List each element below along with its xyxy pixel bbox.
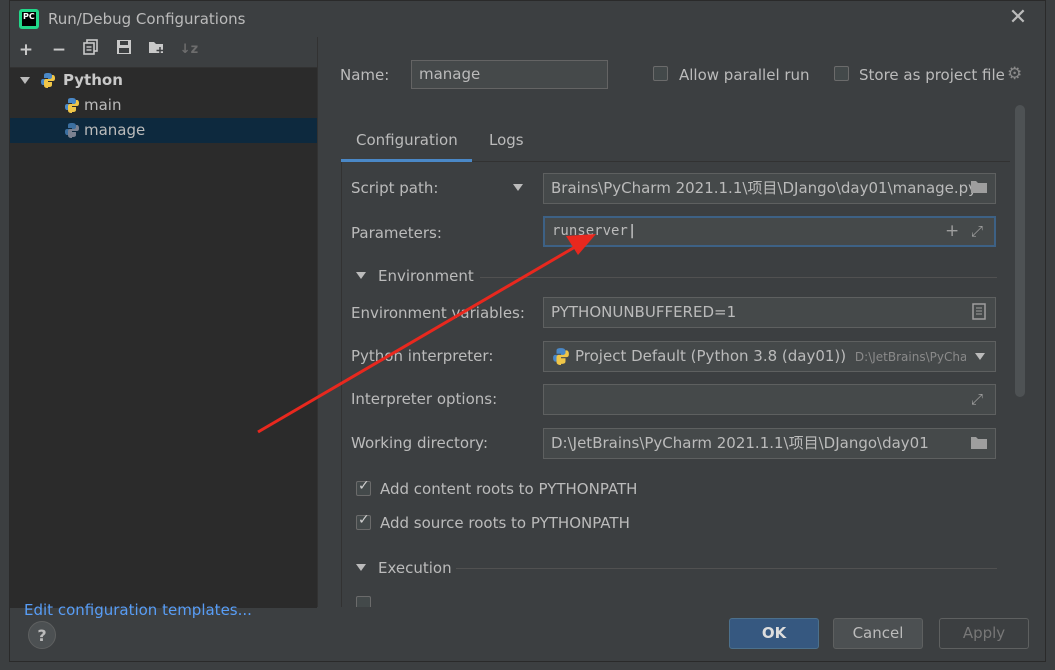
run-debug-dialog: PC Run/Debug Configurations ✕ + − ↓z Pyt…	[9, 0, 1046, 662]
interp-options-field[interactable]	[543, 384, 996, 415]
script-path-field[interactable]: Brains\PyCharm 2021.1.1\项目\DJango\day01\…	[543, 173, 996, 204]
insert-macro-icon[interactable]: +	[945, 221, 959, 241]
interpreter-select[interactable]: Project Default (Python 3.8 (day01)) D:\…	[543, 341, 996, 372]
sort-icon[interactable]: ↓z	[178, 39, 200, 61]
background-left	[0, 0, 9, 670]
save-icon[interactable]	[113, 39, 135, 61]
source-roots-checkbox[interactable]	[356, 512, 371, 530]
apply-button[interactable]: Apply	[939, 618, 1029, 649]
copy-icon[interactable]	[80, 39, 102, 61]
working-dir-field[interactable]: D:\JetBrains\PyCharm 2021.1.1\项目\DJango\…	[543, 428, 996, 459]
parameters-label: Parameters:	[351, 224, 442, 242]
python-icon	[553, 348, 569, 365]
execution-divider	[456, 568, 997, 569]
content-roots-checkbox[interactable]	[356, 478, 371, 496]
chevron-down-icon[interactable]	[356, 564, 366, 571]
close-icon[interactable]: ✕	[1006, 7, 1030, 31]
environment-divider	[480, 277, 997, 278]
name-input[interactable]: manage	[411, 60, 608, 89]
tree-group-python[interactable]: Python	[10, 68, 317, 93]
parameters-field[interactable]: runserver|	[543, 216, 996, 247]
interpreter-path: D:\JetBrains\PyCharm	[854, 350, 984, 364]
expand-icon[interactable]: ⤢	[971, 390, 983, 408]
cancel-button[interactable]: Cancel	[833, 618, 923, 649]
env-vars-field[interactable]: PYTHONUNBUFFERED=1	[543, 297, 996, 328]
script-path-value: Brains\PyCharm 2021.1.1\项目\DJango\day01\…	[551, 179, 978, 197]
env-vars-label: Environment variables:	[351, 304, 525, 322]
folder-icon[interactable]	[970, 435, 988, 454]
name-label: Name:	[340, 66, 390, 84]
environment-section-title: Environment	[378, 267, 474, 285]
interpreter-value: Project Default (Python 3.8 (day01))	[575, 347, 847, 365]
form-scrollbar[interactable]	[1015, 105, 1025, 397]
pycharm-icon-text: PC	[22, 12, 36, 26]
background-right	[1046, 0, 1055, 670]
configuration-tree: Python main manage Edit configuration te…	[10, 67, 317, 619]
python-icon	[65, 123, 79, 138]
dialog-title: Run/Debug Configurations	[48, 10, 246, 28]
chevron-down-icon[interactable]	[975, 353, 985, 360]
help-button[interactable]: ?	[28, 621, 56, 649]
interp-options-label: Interpreter options:	[351, 390, 498, 408]
execution-option-checkbox[interactable]	[356, 596, 371, 607]
ok-button[interactable]: OK	[729, 618, 819, 649]
execution-section-title: Execution	[378, 559, 452, 577]
chevron-down-icon[interactable]	[356, 272, 366, 279]
tree-item-label: main	[84, 96, 122, 114]
script-path-label: Script path:	[351, 179, 439, 197]
python-icon	[65, 98, 79, 113]
store-project-label: Store as project file	[859, 66, 1005, 84]
tree-item-main[interactable]: main	[10, 93, 317, 118]
expand-icon[interactable]: ⤢	[971, 222, 983, 240]
new-folder-icon[interactable]	[146, 39, 168, 61]
configurations-panel: + − ↓z Python main manage Edit configura…	[10, 37, 318, 619]
env-vars-value: PYTHONUNBUFFERED=1	[551, 303, 737, 321]
content-roots-label: Add content roots to PYTHONPATH	[380, 480, 638, 498]
edit-templates-link[interactable]: Edit configuration templates...	[24, 601, 252, 619]
source-roots-label: Add source roots to PYTHONPATH	[380, 514, 630, 532]
working-dir-value: D:\JetBrains\PyCharm 2021.1.1\项目\DJango\…	[551, 434, 929, 452]
chevron-down-icon[interactable]	[20, 77, 30, 84]
gear-icon[interactable]: ⚙	[1007, 65, 1025, 83]
allow-parallel-checkbox[interactable]	[653, 66, 668, 81]
remove-configuration-button[interactable]: −	[48, 39, 70, 61]
tree-item-label: manage	[84, 121, 146, 139]
parameters-value: runserver	[552, 223, 628, 239]
store-project-checkbox[interactable]	[834, 66, 849, 81]
python-icon	[41, 73, 55, 88]
interpreter-label: Python interpreter:	[351, 347, 494, 365]
add-configuration-button[interactable]: +	[15, 39, 37, 61]
tree-group-label: Python	[63, 71, 123, 89]
background-bottom	[0, 662, 1055, 670]
document-icon[interactable]	[972, 303, 986, 324]
allow-parallel-label: Allow parallel run	[679, 66, 810, 84]
script-type-dropdown-icon[interactable]	[513, 184, 523, 191]
panel-divider	[317, 37, 318, 607]
pycharm-icon: PC	[19, 9, 39, 29]
tree-item-manage[interactable]: manage	[10, 118, 317, 143]
tab-logs[interactable]: Logs	[489, 131, 524, 149]
folder-icon[interactable]	[970, 179, 988, 198]
title-bar: PC Run/Debug Configurations ✕	[10, 1, 1047, 37]
working-dir-label: Working directory:	[351, 434, 489, 452]
tab-configuration[interactable]: Configuration	[356, 131, 458, 149]
